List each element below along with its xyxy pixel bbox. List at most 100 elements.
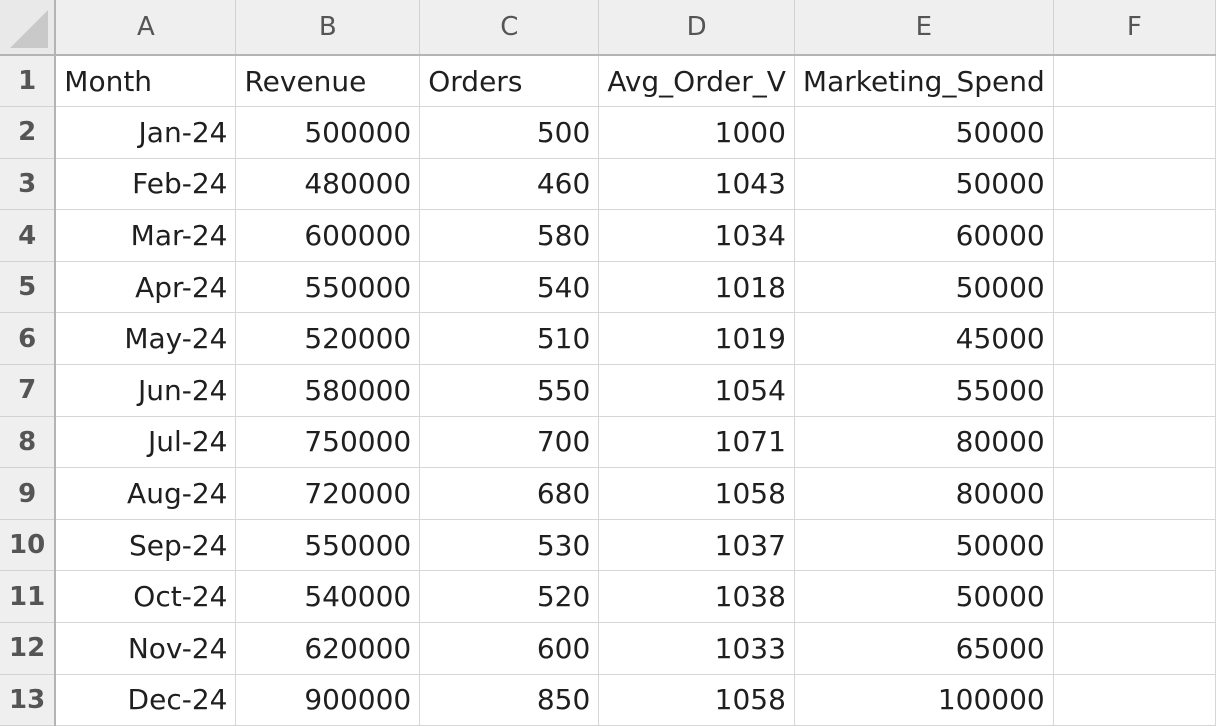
cell-f13[interactable] (1053, 674, 1216, 726)
cell-f8[interactable] (1053, 416, 1216, 469)
cell-d13[interactable]: 1058 (598, 674, 795, 726)
cell-d8[interactable]: 1071 (598, 416, 795, 469)
cell-b2[interactable]: 500000 (235, 106, 421, 159)
cell-d2[interactable]: 1000 (598, 106, 795, 159)
cell-d1[interactable]: Avg_Order_V (598, 55, 795, 108)
cell-d11[interactable]: 1038 (598, 570, 795, 624)
cell-c8[interactable]: 700 (419, 416, 600, 469)
cell-c13[interactable]: 850 (419, 674, 600, 726)
cell-c3[interactable]: 460 (419, 158, 600, 211)
column-header-d[interactable]: D (598, 0, 795, 56)
cell-a1[interactable]: Month (55, 55, 237, 108)
row-header[interactable]: 12 (0, 622, 57, 675)
cell-b5[interactable]: 550000 (235, 261, 421, 314)
cell-c10[interactable]: 530 (419, 519, 600, 572)
cell-b9[interactable]: 720000 (235, 467, 421, 520)
cell-c5[interactable]: 540 (419, 261, 600, 314)
cell-d7[interactable]: 1054 (598, 364, 795, 417)
cell-c12[interactable]: 600 (419, 622, 600, 675)
cell-f4[interactable] (1053, 209, 1216, 262)
cell-e7[interactable]: 55000 (794, 364, 1054, 417)
cell-c1[interactable]: Orders (419, 55, 600, 108)
column-header-e[interactable]: E (794, 0, 1054, 56)
cell-a6[interactable]: May-24 (55, 312, 237, 366)
column-header-f[interactable]: F (1053, 0, 1216, 56)
cell-c6[interactable]: 510 (419, 312, 600, 366)
cell-e9[interactable]: 80000 (794, 467, 1054, 520)
cell-a7[interactable]: Jun-24 (55, 364, 237, 417)
column-header-a[interactable]: A (55, 0, 237, 56)
row-header[interactable]: 4 (0, 209, 57, 262)
cell-d9[interactable]: 1058 (598, 467, 795, 520)
row-header[interactable]: 1 (0, 55, 57, 108)
row-header[interactable]: 3 (0, 158, 57, 211)
cell-c9[interactable]: 680 (419, 467, 600, 520)
column-header-row: A B C D E F (0, 0, 1216, 56)
cell-a9[interactable]: Aug-24 (55, 467, 237, 520)
cell-a3[interactable]: Feb-24 (55, 158, 237, 211)
cell-d10[interactable]: 1037 (598, 519, 795, 572)
cell-e4[interactable]: 60000 (794, 209, 1054, 262)
cell-e12[interactable]: 65000 (794, 622, 1054, 675)
cell-b10[interactable]: 550000 (235, 519, 421, 572)
row-header[interactable]: 13 (0, 674, 57, 726)
cell-f11[interactable] (1053, 570, 1216, 624)
cell-f1[interactable] (1053, 55, 1216, 108)
row-header[interactable]: 9 (0, 467, 57, 520)
cell-a4[interactable]: Mar-24 (55, 209, 237, 262)
row-header[interactable]: 2 (0, 106, 57, 159)
cell-b7[interactable]: 580000 (235, 364, 421, 417)
cell-f6[interactable] (1053, 312, 1216, 366)
cell-d4[interactable]: 1034 (598, 209, 795, 262)
cell-f3[interactable] (1053, 158, 1216, 211)
cell-d6[interactable]: 1019 (598, 312, 795, 366)
cell-c7[interactable]: 550 (419, 364, 600, 417)
cell-d12[interactable]: 1033 (598, 622, 795, 675)
cell-b8[interactable]: 750000 (235, 416, 421, 469)
cell-f12[interactable] (1053, 622, 1216, 675)
cell-a11[interactable]: Oct-24 (55, 570, 237, 624)
cell-e1[interactable]: Marketing_Spend (794, 55, 1054, 108)
select-all-triangle-icon (10, 10, 49, 48)
cell-a10[interactable]: Sep-24 (55, 519, 237, 572)
cell-b6[interactable]: 520000 (235, 312, 421, 366)
cell-a13[interactable]: Dec-24 (55, 674, 237, 726)
row-header[interactable]: 11 (0, 570, 57, 624)
column-header-c[interactable]: C (419, 0, 600, 56)
cell-c2[interactable]: 500 (419, 106, 600, 159)
row-header[interactable]: 7 (0, 364, 57, 417)
cell-e3[interactable]: 50000 (794, 158, 1054, 211)
row-header[interactable]: 5 (0, 261, 57, 314)
select-all-button[interactable] (0, 0, 57, 56)
cell-e8[interactable]: 80000 (794, 416, 1054, 469)
cell-e13[interactable]: 100000 (794, 674, 1054, 726)
cell-f2[interactable] (1053, 106, 1216, 159)
cell-e5[interactable]: 50000 (794, 261, 1054, 314)
cell-e11[interactable]: 50000 (794, 570, 1054, 624)
cell-f10[interactable] (1053, 519, 1216, 572)
cell-b1[interactable]: Revenue (235, 55, 421, 108)
cell-e6[interactable]: 45000 (794, 312, 1054, 366)
cell-b11[interactable]: 540000 (235, 570, 421, 624)
row-header[interactable]: 10 (0, 519, 57, 572)
cell-b13[interactable]: 900000 (235, 674, 421, 726)
cell-c11[interactable]: 520 (419, 570, 600, 624)
cell-f9[interactable] (1053, 467, 1216, 520)
cell-d5[interactable]: 1018 (598, 261, 795, 314)
cell-a12[interactable]: Nov-24 (55, 622, 237, 675)
cell-e10[interactable]: 50000 (794, 519, 1054, 572)
row-header[interactable]: 8 (0, 416, 57, 469)
column-header-b[interactable]: B (235, 0, 421, 56)
cell-a8[interactable]: Jul-24 (55, 416, 237, 469)
cell-d3[interactable]: 1043 (598, 158, 795, 211)
cell-a5[interactable]: Apr-24 (55, 261, 237, 314)
cell-c4[interactable]: 580 (419, 209, 600, 262)
cell-f5[interactable] (1053, 261, 1216, 314)
cell-b4[interactable]: 600000 (235, 209, 421, 262)
cell-e2[interactable]: 50000 (794, 106, 1054, 159)
row-header[interactable]: 6 (0, 312, 57, 366)
cell-a2[interactable]: Jan-24 (55, 106, 237, 159)
cell-b3[interactable]: 480000 (235, 158, 421, 211)
cell-f7[interactable] (1053, 364, 1216, 417)
cell-b12[interactable]: 620000 (235, 622, 421, 675)
